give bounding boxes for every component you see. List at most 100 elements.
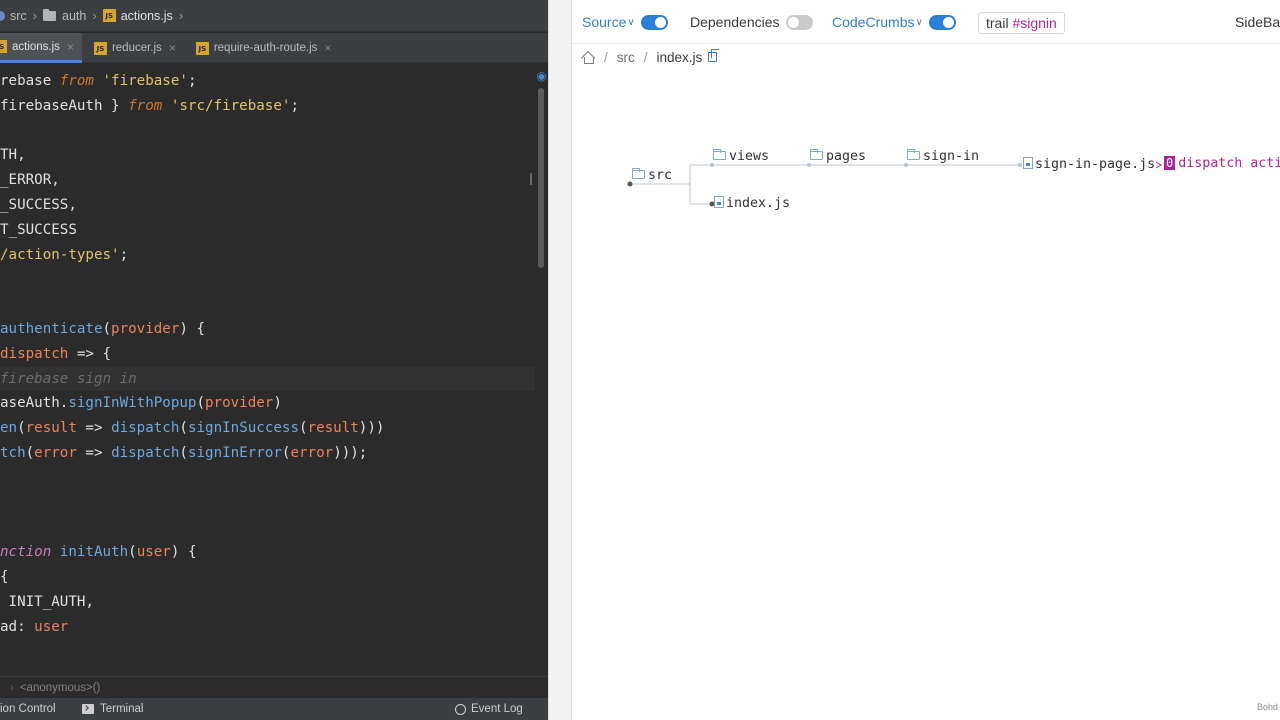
eye-icon[interactable]: ◉ bbox=[535, 70, 548, 83]
code-token: firebase sign in bbox=[0, 370, 137, 387]
code-line[interactable]: ad: user bbox=[0, 615, 68, 640]
chevron-down-icon[interactable]: ∨ bbox=[915, 17, 922, 28]
code-token: tch bbox=[0, 445, 26, 461]
sidebar-toggle[interactable]: SideBar bbox=[1235, 14, 1280, 30]
code-token: INIT_AUTH, bbox=[0, 593, 94, 610]
code-line[interactable]: authenticate(provider) { bbox=[0, 317, 205, 342]
tree-node-sign-in[interactable]: sign-in bbox=[907, 148, 979, 164]
tab-label: reducer.js bbox=[111, 42, 162, 54]
code-token: error bbox=[34, 445, 77, 461]
code-token: ( bbox=[128, 544, 137, 561]
breadcrumb-auth[interactable]: auth › bbox=[43, 0, 103, 32]
breadcrumb-src-label: src bbox=[10, 8, 27, 23]
tab-require-auth-route-js[interactable]: JS require-auth-route.js × bbox=[184, 33, 340, 63]
home-icon[interactable] bbox=[582, 52, 594, 64]
code-line[interactable]: nction initAuth(user) { bbox=[0, 540, 196, 565]
code-token: => bbox=[76, 420, 112, 437]
code-token: _ERROR, bbox=[0, 172, 60, 189]
path-separator: / bbox=[604, 49, 608, 65]
ide-panel: src › auth › JS actions.js › JS actions.… bbox=[0, 0, 548, 720]
event-log-button[interactable]: Event Log bbox=[455, 698, 523, 720]
code-line[interactable]: /action-types'; bbox=[0, 243, 128, 268]
code-line[interactable]: INIT_AUTH, bbox=[0, 590, 94, 615]
code-line[interactable]: firebaseAuth } from 'src/firebase'; bbox=[0, 94, 299, 119]
code-line[interactable]: dispatch => { bbox=[0, 342, 111, 367]
code-token: ( bbox=[179, 420, 188, 437]
trail-selector[interactable]: trail #signin bbox=[978, 12, 1065, 34]
editor-scrollbar[interactable] bbox=[538, 88, 544, 268]
close-icon[interactable]: × bbox=[169, 41, 176, 55]
chevron-right-icon: › bbox=[10, 681, 14, 694]
code-line[interactable]: firebase sign in bbox=[0, 366, 535, 392]
code-token: ; bbox=[187, 73, 197, 89]
trail-prefix: trail bbox=[986, 15, 1013, 31]
codecrumbs-label[interactable]: CodeCrumbs bbox=[832, 14, 914, 30]
path-separator: / bbox=[643, 49, 648, 65]
folder-icon bbox=[43, 8, 57, 21]
close-icon[interactable]: × bbox=[324, 41, 331, 55]
crumb-badge: 0 bbox=[1164, 156, 1176, 170]
path-dir[interactable]: src bbox=[617, 50, 635, 65]
version-control-button[interactable]: ion Control bbox=[0, 698, 56, 720]
code-line[interactable]: tch(error => dispatch(signInError(error)… bbox=[0, 441, 367, 466]
chevron-down-icon[interactable]: ∨ bbox=[627, 17, 634, 28]
code-token: => bbox=[76, 445, 112, 461]
code-line[interactable]: TH, bbox=[0, 143, 26, 168]
tree-node-pages[interactable]: pages bbox=[810, 148, 866, 164]
code-line[interactable]: { bbox=[0, 565, 9, 590]
code-line[interactable]: rebase from 'firebase'; bbox=[0, 69, 196, 94]
code-token: ) { bbox=[170, 544, 197, 561]
tree-node-src[interactable]: src bbox=[632, 167, 673, 183]
code-token: T_SUCCESS bbox=[0, 221, 77, 238]
code-editor[interactable]: rebase from 'firebase'; firebaseAuth } fr… bbox=[0, 63, 535, 676]
folder-icon bbox=[907, 148, 920, 160]
tab-actions-js[interactable]: JS actions.js × bbox=[0, 33, 82, 63]
chevron-right-icon: › bbox=[178, 8, 184, 23]
window-divider[interactable] bbox=[548, 0, 572, 720]
tree-node-label: src bbox=[648, 168, 673, 183]
code-line[interactable]: T_SUCCESS bbox=[0, 218, 77, 243]
code-token: ; bbox=[290, 97, 299, 114]
tree-node-index[interactable]: index.js bbox=[714, 195, 790, 211]
code-token: ad: bbox=[0, 618, 35, 635]
code-token: ( bbox=[17, 420, 26, 437]
copy-icon[interactable] bbox=[708, 49, 720, 62]
code-token: signInWithPopup bbox=[68, 395, 197, 412]
codecrumbs-toggle[interactable] bbox=[928, 14, 956, 30]
terminal-label: Terminal bbox=[100, 703, 144, 715]
file-icon bbox=[714, 196, 724, 208]
source-toggle[interactable] bbox=[640, 14, 668, 30]
code-line[interactable]: _SUCCESS, bbox=[0, 193, 77, 218]
tab-reducer-js[interactable]: JS reducer.js × bbox=[82, 33, 184, 63]
source-control[interactable]: Source ∨ bbox=[582, 12, 668, 32]
tree-node-sign-in-page[interactable]: sign-in-page.js bbox=[1023, 156, 1155, 172]
breadcrumb-actions[interactable]: JS actions.js › bbox=[102, 0, 189, 32]
dependencies-control[interactable]: Dependencies bbox=[690, 12, 813, 32]
close-icon[interactable]: × bbox=[67, 40, 74, 54]
footer-credit: Bohd bbox=[1257, 702, 1279, 712]
code-token: { bbox=[0, 569, 9, 585]
breadcrumb-src[interactable]: src › bbox=[0, 0, 43, 32]
folder-icon bbox=[713, 148, 726, 160]
js-file-icon: JS bbox=[195, 41, 209, 55]
code-line[interactable]: _ERROR, bbox=[0, 168, 60, 193]
code-token: ( bbox=[25, 445, 35, 461]
tool-window-bar: ion Control Terminal Event Log bbox=[0, 698, 548, 720]
source-label[interactable]: Source bbox=[582, 14, 626, 30]
code-token: ; bbox=[119, 246, 129, 263]
code-line[interactable]: en(result => dispatch(signInSuccess(resu… bbox=[0, 416, 384, 441]
chevron-right-icon: › bbox=[92, 8, 97, 23]
dependencies-toggle[interactable] bbox=[785, 14, 813, 30]
dependencies-label[interactable]: Dependencies bbox=[690, 14, 780, 30]
js-file-icon: JS bbox=[0, 40, 7, 53]
code-token: TH, bbox=[0, 147, 26, 164]
terminal-button[interactable]: Terminal bbox=[82, 698, 143, 720]
toggle-knob bbox=[787, 16, 799, 28]
codecrumb-node[interactable]: 0 dispatch actio bbox=[1164, 156, 1280, 171]
code-line[interactable]: aseAuth.signInWithPopup(provider) bbox=[0, 391, 282, 416]
tree-node-views[interactable]: views bbox=[713, 148, 769, 164]
code-structure-breadcrumb[interactable]: › <anonymous>() bbox=[0, 676, 548, 698]
codecrumbs-control[interactable]: CodeCrumbs ∨ bbox=[832, 12, 956, 32]
